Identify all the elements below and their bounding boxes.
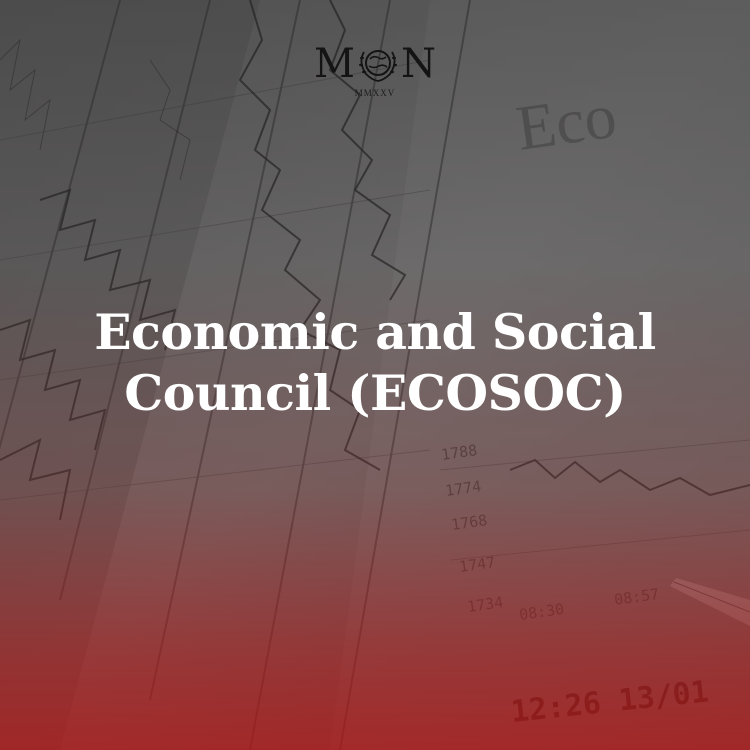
- title-line-1: Economic and Social: [94, 303, 656, 361]
- globe-laurel-icon: [358, 50, 397, 82]
- logo-letter-m: M: [314, 41, 355, 87]
- logo-letter-n: N: [400, 41, 436, 87]
- logo-year: MMXXV: [354, 88, 396, 98]
- poster: Eco 1788 1774 1768 1747 1734 08:30 08:57…: [0, 0, 750, 750]
- page-title: Economic and Social Council (ECOSOC): [0, 302, 750, 424]
- title-line-2: Council (ECOSOC): [124, 364, 626, 422]
- mun-logo: M N MMXXV: [0, 44, 750, 98]
- logo-mark: M N: [314, 44, 436, 84]
